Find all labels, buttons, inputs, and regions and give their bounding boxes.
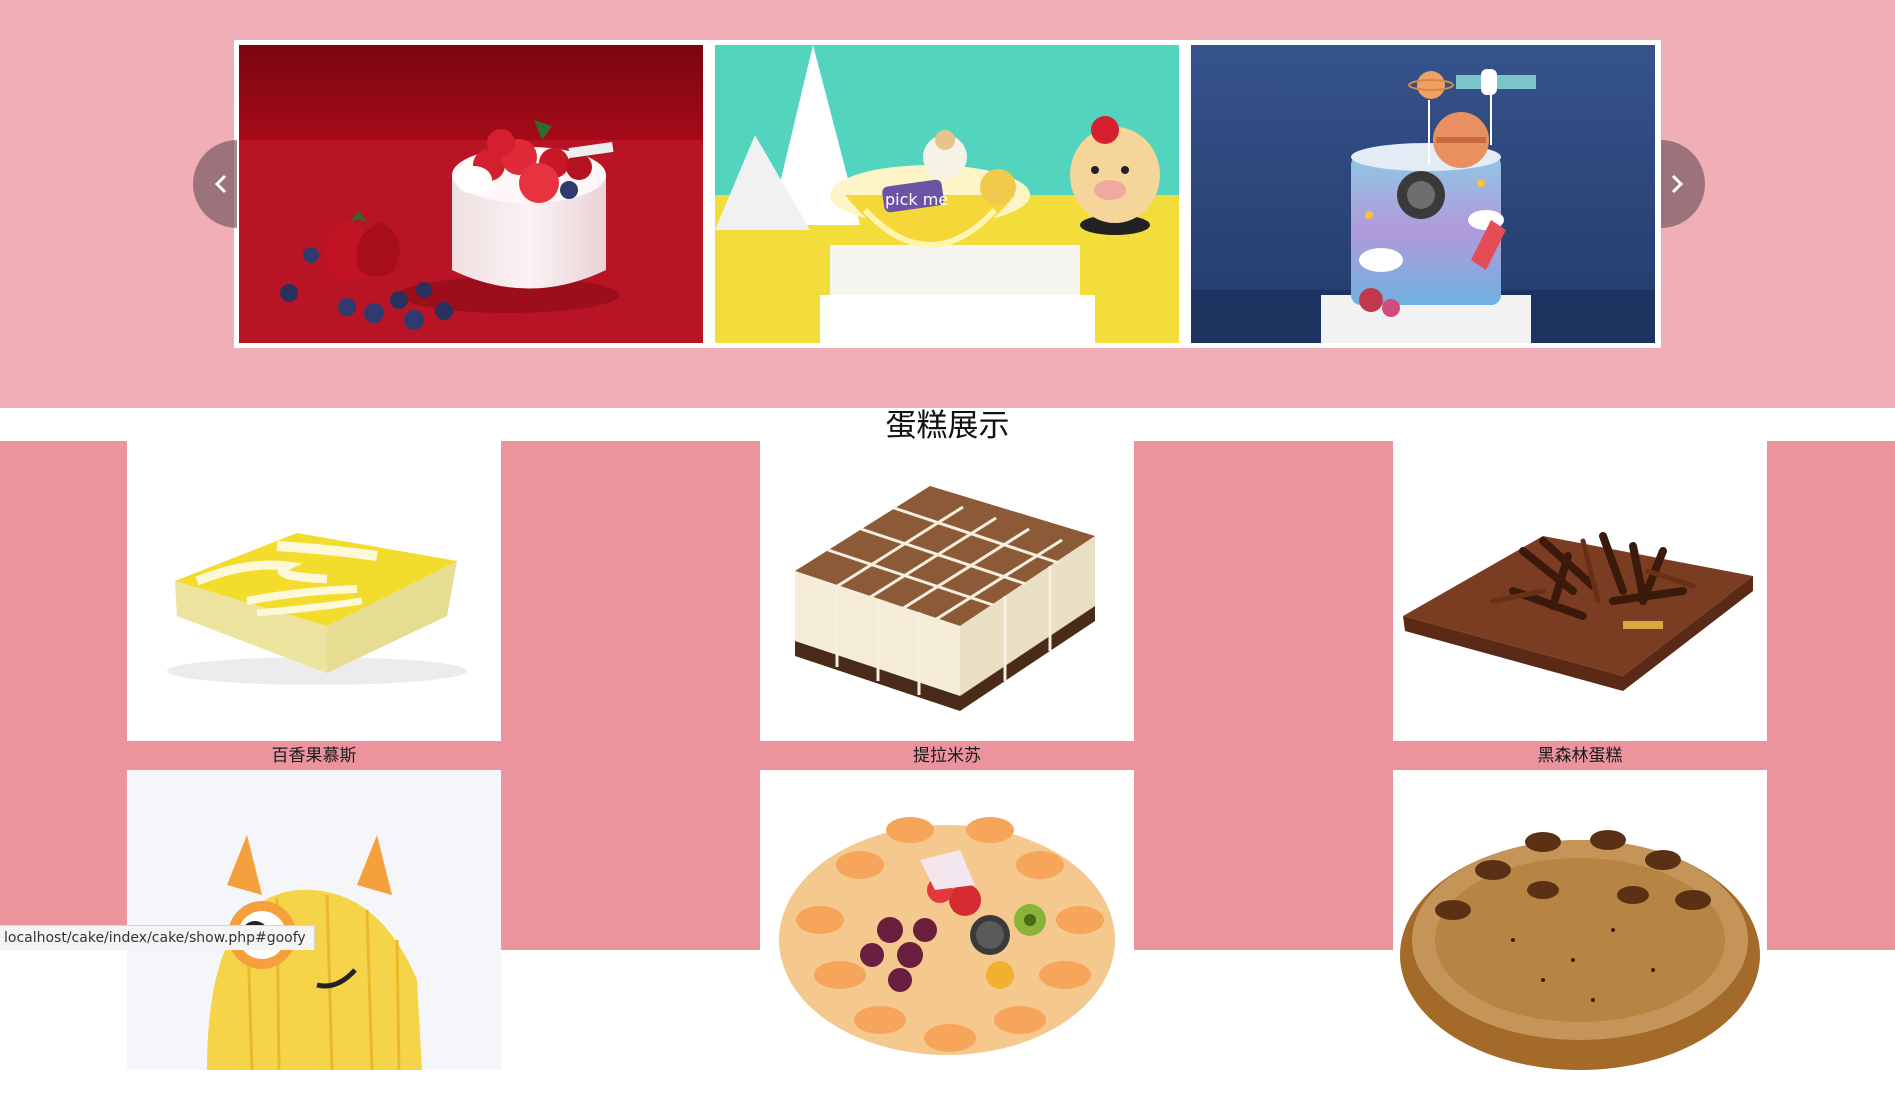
cake-card[interactable] xyxy=(760,770,1134,1100)
slide-text: pick me xyxy=(885,190,948,209)
status-bar-url: localhost/cake/index/cake/show.php#goofy xyxy=(0,925,315,950)
cake-name[interactable] xyxy=(1393,1070,1767,1100)
cake-image[interactable] xyxy=(1393,441,1767,741)
cake-card[interactable]: 提拉米苏 xyxy=(760,441,1134,771)
carousel-slide[interactable] xyxy=(239,45,703,343)
cake-name[interactable]: 百香果慕斯 xyxy=(127,741,501,771)
cake-card[interactable] xyxy=(1393,770,1767,1100)
strawberry-cake-image xyxy=(239,45,703,343)
cake-name[interactable] xyxy=(127,1070,501,1100)
chevron-right-icon xyxy=(1671,174,1684,194)
cake-card[interactable]: 黑森林蛋糕 xyxy=(1393,441,1767,771)
cake-name[interactable]: 提拉米苏 xyxy=(760,741,1134,771)
cake-image[interactable] xyxy=(760,770,1134,1070)
carousel: pick me xyxy=(234,40,1661,348)
cake-image[interactable] xyxy=(1393,770,1767,1070)
cake-grid: 百香果慕斯 提拉米苏 黑森林蛋糕 xyxy=(0,441,1895,1070)
banner: pick me xyxy=(0,0,1895,408)
cake-name[interactable] xyxy=(760,1070,1134,1100)
space-cake-image xyxy=(1191,45,1655,343)
yellow-monster-cake-image xyxy=(127,770,501,1070)
carousel-slide[interactable]: pick me xyxy=(715,45,1179,343)
chevron-left-icon xyxy=(214,174,227,194)
cake-image[interactable] xyxy=(760,441,1134,741)
carousel-slide[interactable] xyxy=(1191,45,1655,343)
unicorn-cake-image: pick me xyxy=(715,45,1179,343)
black-forest-cake-image xyxy=(1393,441,1767,741)
coffee-cream-cake-image xyxy=(1393,770,1767,1070)
fruit-cake-image xyxy=(760,770,1134,1070)
cake-image[interactable] xyxy=(127,441,501,741)
tiramisu-image xyxy=(760,441,1134,741)
carousel-prev-button[interactable] xyxy=(193,140,237,228)
carousel-next-button[interactable] xyxy=(1661,140,1705,228)
cake-image[interactable] xyxy=(127,770,501,1070)
passion-fruit-mousse-image xyxy=(127,441,501,741)
cake-name[interactable]: 黑森林蛋糕 xyxy=(1393,741,1767,771)
cake-card[interactable]: 百香果慕斯 xyxy=(127,441,501,771)
